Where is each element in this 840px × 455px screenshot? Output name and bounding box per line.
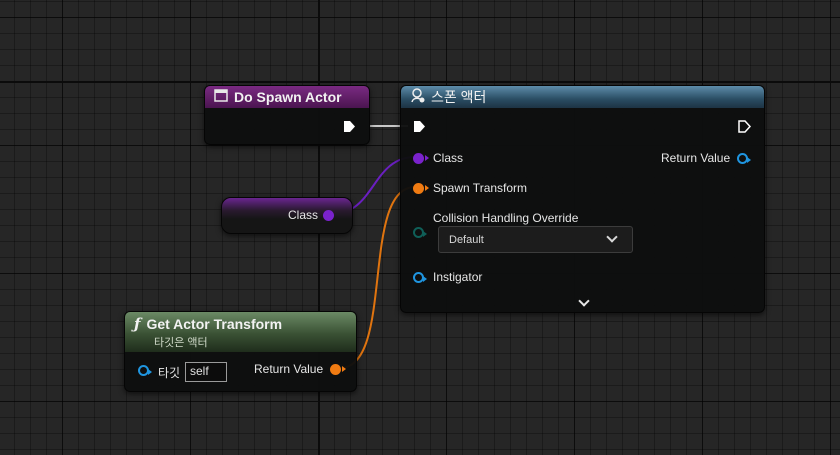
class-variable-out-pin[interactable] [323,210,334,221]
target-input-pin[interactable] [138,365,152,376]
spawn-actor-header: 스폰 액터 [401,86,764,108]
expand-advanced-chevron-icon[interactable] [578,295,590,307]
do-spawn-actor-title: Do Spawn Actor [234,89,342,105]
chevron-down-icon [606,231,618,243]
get-actor-transform-subtitle: 타깃은 액터 [154,337,208,349]
event-icon [214,89,228,105]
get-actor-transform-title: Get Actor Transform [146,316,283,332]
target-label: 타깃 [158,366,181,380]
collision-handling-pin[interactable] [413,227,427,238]
return-value-pin[interactable] [737,153,751,164]
transform-return-label: Return Value [254,362,324,376]
spawn-transform-label: Spawn Transform [433,181,528,195]
exec-out-pin[interactable] [343,120,356,133]
get-actor-transform-node[interactable]: ƒ Get Actor Transform 타깃은 액터 타깃 self Ret… [124,311,357,392]
class-pin-label: Class [433,151,464,165]
spawn-transform-pin[interactable] [413,183,429,194]
collision-handling-label: Collision Handling Override [433,211,579,225]
instigator-label: Instigator [433,270,483,284]
do-spawn-actor-node[interactable]: Do Spawn Actor [204,85,370,145]
return-value-label: Return Value [661,151,731,165]
spawn-actor-node[interactable]: 스폰 액터 Class Return Value Spawn Transform… [400,85,765,313]
collision-handling-dropdown[interactable]: Default [438,226,633,253]
transform-return-pin[interactable] [330,364,346,375]
spawn-icon [410,88,425,106]
do-spawn-actor-header: Do Spawn Actor [205,86,369,108]
target-self-field[interactable]: self [185,362,227,382]
class-variable-node[interactable]: Class [221,197,353,234]
class-variable-label: Class [288,208,319,222]
exec-then-pin[interactable] [738,120,751,133]
instigator-pin[interactable] [413,272,427,283]
function-icon: ƒ [134,315,141,333]
spawn-actor-title: 스폰 액터 [431,89,487,105]
exec-in-pin[interactable] [413,120,426,133]
collision-handling-value: Default [449,233,484,246]
class-input-pin[interactable] [413,153,429,164]
get-actor-transform-header: ƒ Get Actor Transform 타깃은 액터 [125,312,356,352]
